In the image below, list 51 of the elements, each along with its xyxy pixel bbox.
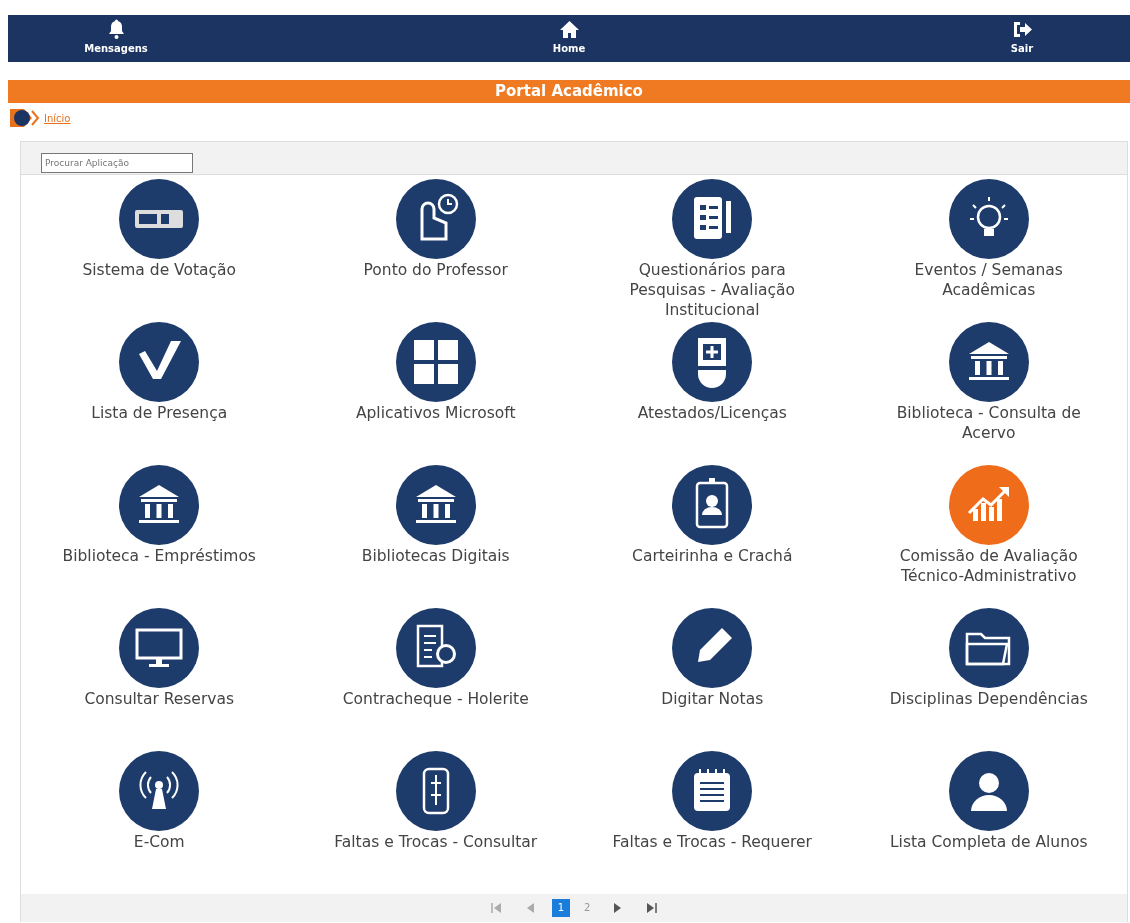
app-tile[interactable]: Atestados/Licenças	[574, 322, 851, 423]
app-tile[interactable]: Biblioteca - Empréstimos	[21, 465, 298, 566]
app-tile[interactable]: Faltas e Trocas - Requerer	[574, 751, 851, 852]
app-label: Eventos / Semanas Acadêmicas	[913, 260, 1064, 300]
app-tile[interactable]: Lista Completa de Alunos	[850, 751, 1127, 852]
app-tile[interactable]: Disciplinas Dependências	[850, 608, 1127, 709]
banner-title: Portal Acadêmico	[8, 80, 1130, 103]
app-tile[interactable]: Digitar Notas	[574, 608, 851, 709]
home-icon	[558, 19, 580, 40]
app-label: Comissão de Avaliação Técnico-Administrativo	[898, 546, 1079, 586]
app-tile[interactable]: Eventos / Semanas Acadêmicas	[850, 179, 1127, 300]
app-tile[interactable]: Contracheque - Holerite	[297, 608, 574, 709]
app-label: Biblioteca - Consulta de Acervo	[895, 403, 1082, 443]
app-label: E-Com	[133, 832, 185, 852]
app-tile[interactable]: Carteirinha e Crachá	[574, 465, 851, 566]
nav-link[interactable]: Sair	[962, 15, 1082, 62]
app-label: Bibliotecas Digitais	[361, 546, 510, 566]
last-page-icon	[644, 901, 659, 915]
app-tile[interactable]: Biblioteca - Consulta de Acervo	[850, 322, 1127, 443]
app-tile[interactable]: Bibliotecas Digitais	[297, 465, 574, 566]
app-label: Ponto do Professor	[363, 260, 508, 280]
search-field[interactable]: Procurar Aplicação	[41, 153, 193, 173]
app-tile[interactable]: Comissão de Avaliação Técnico-Administrativo	[850, 465, 1127, 586]
app-tile[interactable]: Aplicativos Microsoft	[297, 322, 574, 423]
app-tile[interactable]: Ponto do Professor	[297, 179, 574, 280]
app-label: Contracheque - Holerite	[342, 689, 529, 709]
app-label: Digitar Notas	[661, 689, 764, 709]
logout-icon	[1011, 19, 1033, 40]
app-label: Carteirinha e Crachá	[632, 546, 793, 566]
app-tile[interactable]: Faltas e Trocas - Consultar	[297, 751, 574, 852]
app-tile[interactable]: Lista de Presença	[21, 322, 298, 423]
app-tile[interactable]: Questionários para Pesquisas - Avaliação Institucional	[574, 179, 851, 320]
app-label: Disciplinas Dependências	[889, 689, 1088, 709]
first-page-icon	[489, 901, 504, 915]
app-label: Lista Completa de Alunos	[890, 832, 1088, 852]
app-tile[interactable]: Consultar Reservas	[21, 608, 298, 709]
app-tile[interactable]: E-Com	[21, 751, 298, 852]
app-label: Consultar Reservas	[84, 689, 235, 709]
app-label: Aplicativos Microsoft	[355, 403, 516, 423]
breadcrumb-arrow-icon	[10, 109, 40, 127]
app-label: Atestados/Licenças	[637, 403, 787, 423]
app-label: Biblioteca - Empréstimos	[62, 546, 256, 566]
nav-link[interactable]: Home	[509, 15, 629, 62]
app-tile[interactable]: Sistema de Votação	[21, 179, 298, 280]
app-label: Questionários para Pesquisas - Avaliação Institucional	[628, 260, 796, 320]
nav-link[interactable]: Mensagens	[56, 15, 176, 62]
app-label: Faltas e Trocas - Consultar	[334, 832, 538, 852]
app-label: Sistema de Votação	[82, 260, 237, 280]
app-label: Faltas e Trocas - Requerer	[612, 832, 812, 852]
page-button[interactable]: 1	[551, 899, 570, 917]
app-label: Lista de Presença	[91, 403, 228, 423]
